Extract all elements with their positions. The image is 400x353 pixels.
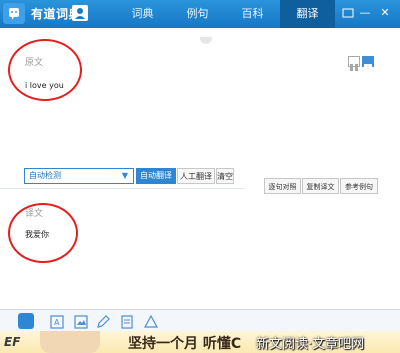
window-split-icon[interactable] <box>362 56 374 71</box>
divider <box>0 188 244 189</box>
bottom-toolbar: A <box>0 309 400 332</box>
window-list-icon[interactable] <box>348 56 360 71</box>
user-icon[interactable] <box>72 5 88 21</box>
ad-text: 坚持一个月 听懂C <box>128 336 242 352</box>
close-icon[interactable]: ✕ <box>377 5 393 21</box>
translate-toolbar: 自动检测 ▼ 自动翻译 人工翻译 清空 逐句对照 复制译文 参考例句 <box>0 146 400 202</box>
svg-text:A: A <box>54 318 60 327</box>
tab-examples[interactable]: 例句 <box>170 0 225 28</box>
manual-translate-button[interactable]: 人工翻译 <box>177 168 215 184</box>
tree-icon[interactable] <box>143 314 159 328</box>
sentence-compare-button[interactable]: 逐句对照 <box>264 178 301 194</box>
ad-photo <box>40 331 100 353</box>
title-bar: 有道词典 词典 例句 百科 翻译 — ✕ <box>0 0 400 28</box>
tab-encyclopedia[interactable]: 百科 <box>225 0 280 28</box>
language-select[interactable]: 自动检测 ▼ <box>24 168 134 184</box>
ad-banner[interactable]: EF 坚持一个月 听懂C 新文阅读·文章吧网 <box>0 331 400 353</box>
edit-icon[interactable] <box>96 314 110 328</box>
source-panel[interactable]: 原文 i love you <box>0 28 400 147</box>
youdao-window: 有道词典 词典 例句 百科 翻译 — ✕ 原文 i love you 自动检测 … <box>0 0 400 353</box>
annotation-circle-result <box>8 203 78 263</box>
tab-dictionary[interactable]: 词典 <box>115 0 170 28</box>
menu-icon[interactable] <box>340 5 356 21</box>
language-select-value: 自动检测 <box>29 171 61 180</box>
tab-translate[interactable]: 翻译 <box>280 0 335 28</box>
auto-translate-button[interactable]: 自动翻译 <box>136 168 176 184</box>
clear-button[interactable]: 清空 <box>216 168 234 184</box>
watermark: 新文阅读·文章吧网 <box>256 337 365 352</box>
image-icon[interactable] <box>74 314 88 329</box>
drag-handle[interactable] <box>200 37 212 44</box>
minimize-icon[interactable]: — <box>357 5 373 21</box>
result-panel[interactable]: 译文 我爱你 <box>0 200 400 304</box>
annotation-circle-source <box>8 39 82 101</box>
logo-small-icon[interactable] <box>18 313 34 329</box>
note-icon[interactable] <box>120 314 134 329</box>
ad-brand: EF <box>4 335 21 349</box>
text-icon[interactable]: A <box>50 314 64 329</box>
copy-translation-button[interactable]: 复制译文 <box>302 178 339 194</box>
reference-examples-button[interactable]: 参考例句 <box>340 178 378 194</box>
logo-icon[interactable] <box>3 3 25 24</box>
chevron-down-icon[interactable]: ▼ <box>122 169 128 183</box>
